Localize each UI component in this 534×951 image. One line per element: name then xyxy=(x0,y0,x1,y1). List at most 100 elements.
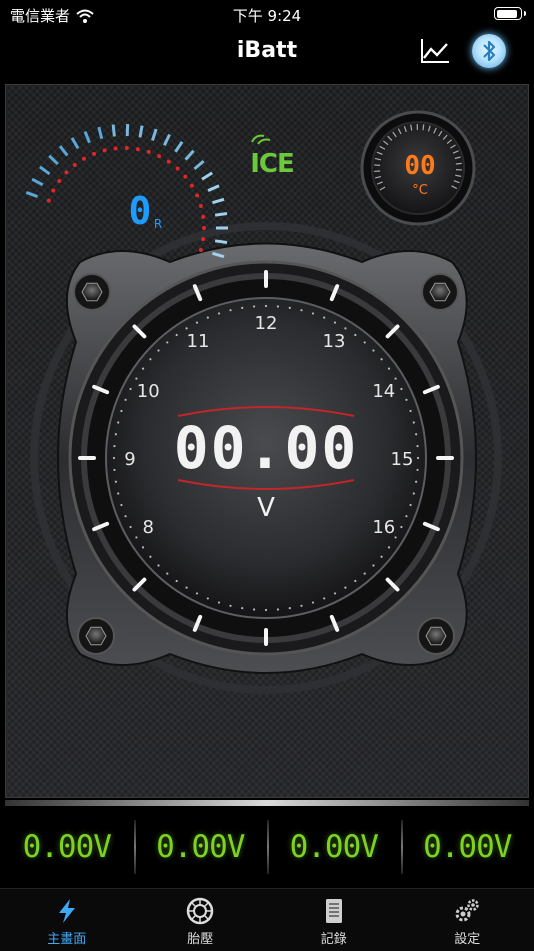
ice-logo: ICE xyxy=(250,136,294,179)
voltage-value: 0.00V xyxy=(23,829,111,865)
gears-icon xyxy=(453,897,481,925)
voltage-unit: V xyxy=(257,493,275,523)
dial-dot xyxy=(113,469,115,471)
voltage-strip: 0.00V 0.00V 0.00V 0.00V xyxy=(0,808,534,886)
dial-dot xyxy=(405,399,407,401)
tach-dot xyxy=(199,248,203,252)
voltage-readout: 00.00 xyxy=(174,414,359,482)
dial-dot xyxy=(417,457,419,459)
dial-dot xyxy=(372,349,374,351)
dial-dot xyxy=(124,515,126,517)
tach-dot xyxy=(114,146,118,150)
tach-tick xyxy=(202,173,212,179)
dial-dot xyxy=(157,564,159,566)
tach-tick xyxy=(49,156,58,164)
tach-tick xyxy=(113,125,114,137)
tab-records[interactable]: 記錄 xyxy=(267,889,401,951)
voltage-gauge: 8910111213141516 00.00 V 0 R ICE 00 °C xyxy=(0,0,534,800)
dial-dot xyxy=(149,556,151,558)
tach-dot xyxy=(82,157,86,161)
logo-text: ICE xyxy=(250,149,294,179)
tach-dot xyxy=(195,193,199,197)
dial-label: 16 xyxy=(372,517,395,538)
dial-dot xyxy=(129,388,131,390)
dial-dot xyxy=(253,305,255,307)
dial-dot xyxy=(372,564,374,566)
temp-tick xyxy=(456,163,462,164)
dial-dot xyxy=(253,608,255,610)
tach-tick xyxy=(32,179,43,185)
temperature-unit: °C xyxy=(412,183,428,198)
tach-dot xyxy=(92,152,96,156)
dial-dot xyxy=(312,312,314,314)
dial-dot xyxy=(334,321,336,323)
tab-tire-pressure[interactable]: 胎壓 xyxy=(134,889,268,951)
dial-dot xyxy=(380,556,382,558)
tach-dot xyxy=(157,154,161,158)
dial-label: 9 xyxy=(124,449,135,470)
tach-dot xyxy=(136,147,140,151)
dial-dot xyxy=(115,433,117,435)
tach-dot xyxy=(202,226,206,230)
dial-dot xyxy=(415,481,417,483)
tab-settings[interactable]: 設定 xyxy=(401,889,534,951)
temperature-readout: 00 xyxy=(404,151,435,181)
dial-dot xyxy=(241,307,243,309)
dial-dot xyxy=(149,358,151,360)
voltage-cell: 0.00V xyxy=(134,808,268,886)
voltage-value: 0.00V xyxy=(290,829,378,865)
dial-dot xyxy=(415,433,417,435)
dial-dot xyxy=(113,445,115,447)
tach-tick xyxy=(140,126,142,138)
dial-dot xyxy=(354,334,356,336)
dial-dot xyxy=(334,592,336,594)
dial-dot xyxy=(344,327,346,329)
tab-bar: 主畫面 胎壓 記錄 設定 xyxy=(0,888,534,951)
dial-dot xyxy=(117,421,119,423)
tach-dot xyxy=(190,184,194,188)
dial-dot xyxy=(277,305,279,307)
tach-tick xyxy=(212,199,224,202)
dial-dot xyxy=(113,457,115,459)
dial-dot xyxy=(135,536,137,538)
dial-dot xyxy=(312,601,314,603)
tach-dot xyxy=(201,215,205,219)
tach-tick xyxy=(99,127,102,139)
dial-dot xyxy=(115,481,117,483)
dial-dot xyxy=(380,358,382,360)
tach-dot xyxy=(57,179,61,183)
dial-label: 15 xyxy=(391,449,414,470)
dial-dot xyxy=(395,377,397,379)
tach-dot xyxy=(147,150,151,154)
dial-dot xyxy=(344,587,346,589)
tab-label: 記錄 xyxy=(321,928,347,947)
lightning-icon xyxy=(53,897,81,925)
dial-dot xyxy=(157,349,159,351)
tach-dot xyxy=(47,199,51,203)
tach-tick xyxy=(60,146,67,155)
tach-dot xyxy=(167,160,171,164)
dial-dot xyxy=(142,546,144,548)
dial-dot xyxy=(300,605,302,607)
tach-dot xyxy=(103,148,107,152)
tab-home[interactable]: 主畫面 xyxy=(0,889,134,951)
tach-dot xyxy=(51,188,55,192)
mini-digital-subscript: R xyxy=(154,217,162,231)
bolt-icon xyxy=(418,618,454,654)
dial-dot xyxy=(196,321,198,323)
dial-dot xyxy=(129,526,131,528)
bolt-icon xyxy=(422,274,458,310)
tab-label: 設定 xyxy=(454,928,480,947)
dial-label: 8 xyxy=(142,517,153,538)
dial-dot xyxy=(176,334,178,336)
dial-dot xyxy=(218,601,220,603)
tach-tick xyxy=(215,214,227,216)
dial-label: 14 xyxy=(372,381,395,402)
dial-dot xyxy=(241,607,243,609)
dial-dot xyxy=(120,504,122,506)
dial-dot xyxy=(400,388,402,390)
dial-dot xyxy=(323,597,325,599)
dial-dot xyxy=(364,572,366,574)
dial-dot xyxy=(185,587,187,589)
dial-dot xyxy=(413,492,415,494)
